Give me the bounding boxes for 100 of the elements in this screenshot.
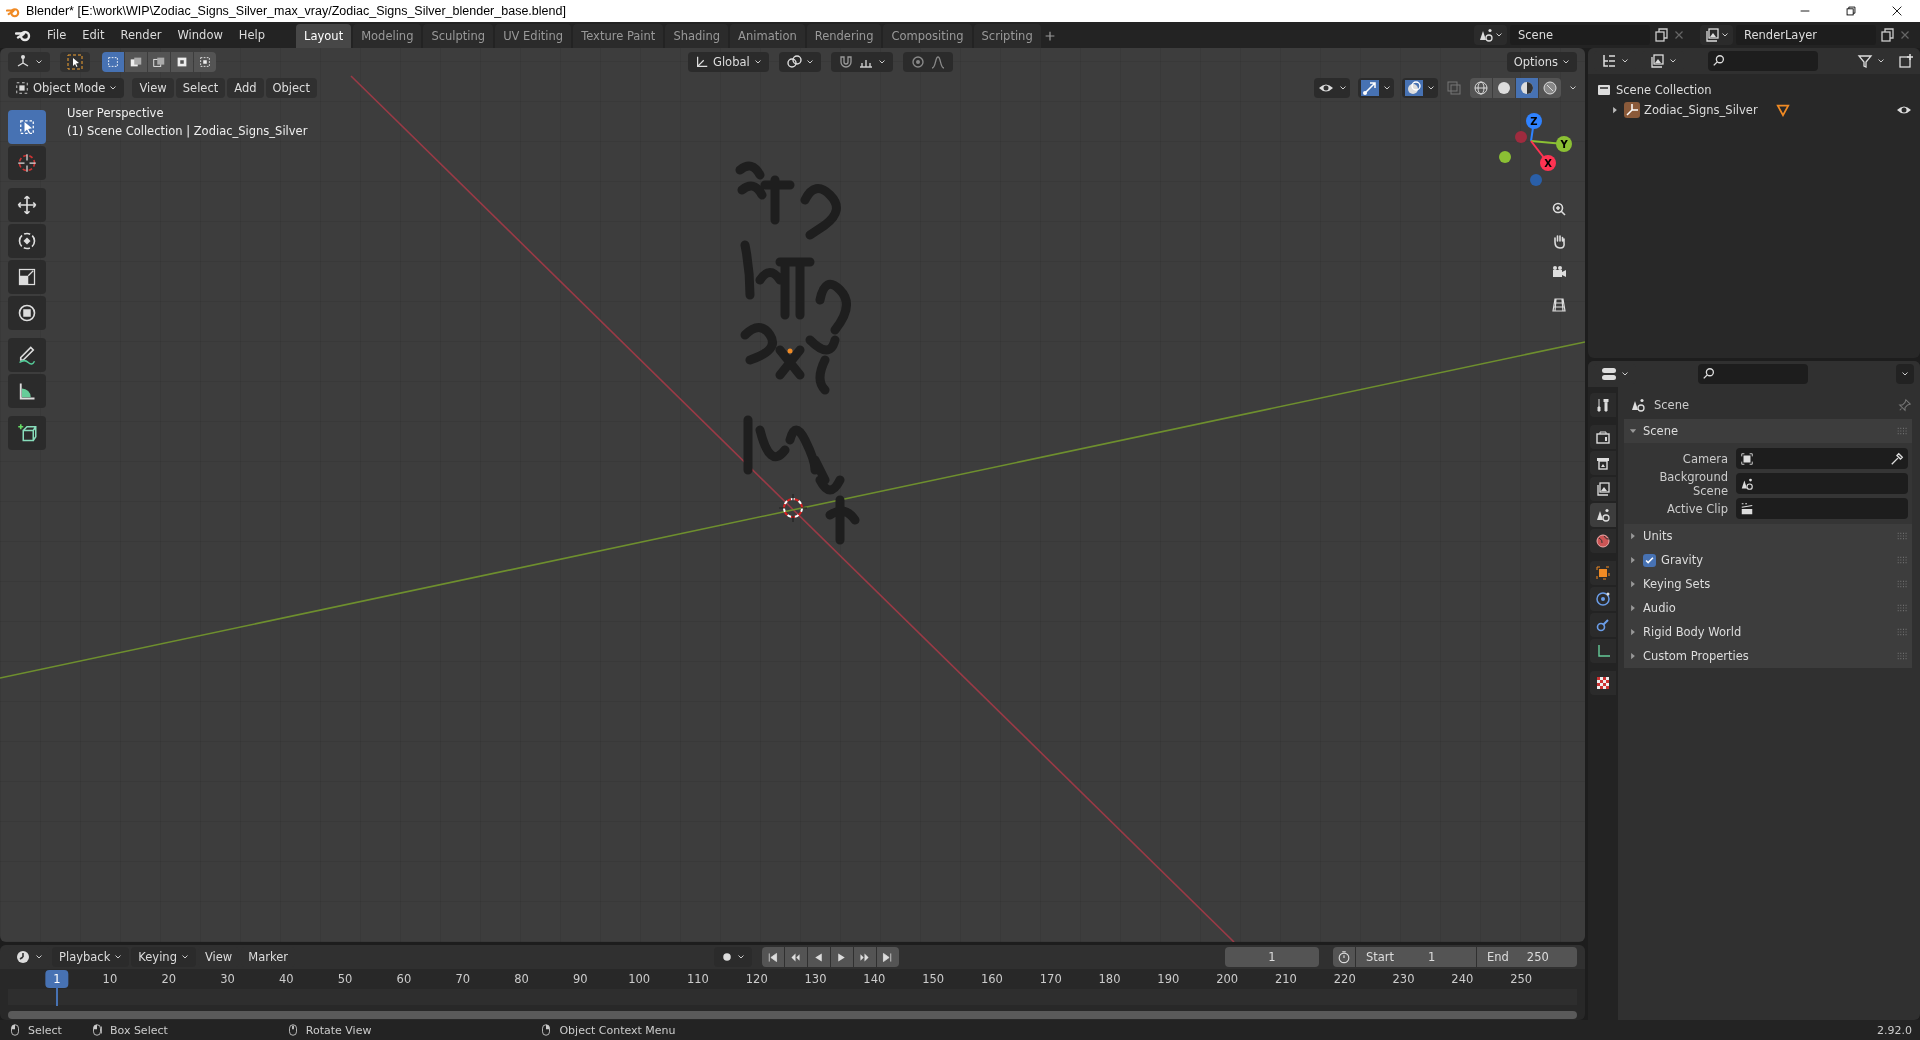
- workspace-tab[interactable]: Scripting: [973, 24, 1041, 48]
- panel-header[interactable]: Units: [1624, 524, 1912, 548]
- tool-button[interactable]: [8, 374, 46, 408]
- menu-item[interactable]: Keying: [131, 947, 196, 967]
- zoom-icon[interactable]: [1551, 201, 1567, 217]
- object-name[interactable]: Zodiac_Signs_Silver: [1644, 103, 1758, 117]
- navigation-gizmo[interactable]: Z Y X: [1499, 113, 1572, 186]
- menu-item[interactable]: Object: [265, 78, 317, 98]
- scrollbar[interactable]: [8, 1011, 1577, 1019]
- workspace-tab[interactable]: Modeling: [353, 24, 422, 48]
- copy-icon[interactable]: [1653, 27, 1669, 43]
- pivot-point-button[interactable]: [778, 52, 821, 72]
- images-browse-button[interactable]: [1700, 25, 1733, 45]
- checkbox[interactable]: [1643, 553, 1656, 567]
- scene-field[interactable]: Scene: [1510, 25, 1650, 45]
- tool-button[interactable]: [8, 260, 46, 294]
- tool-button[interactable]: [8, 110, 46, 144]
- pin-icon[interactable]: [1898, 398, 1912, 412]
- end-frame-field[interactable]: End 250: [1477, 947, 1577, 967]
- panel-header[interactable]: Gravity: [1624, 548, 1912, 572]
- collection-name[interactable]: Scene Collection: [1616, 83, 1712, 97]
- workspace-tab[interactable]: Texture Paint: [573, 24, 664, 48]
- tool-button[interactable]: [8, 338, 46, 372]
- menu-item[interactable]: View: [132, 78, 174, 98]
- workspace-tab[interactable]: UV Editing: [495, 24, 572, 48]
- menu-item[interactable]: Edit: [75, 25, 112, 45]
- workspace-tab[interactable]: Layout: [296, 24, 352, 48]
- editor-type-button[interactable]: [8, 52, 50, 72]
- object-field[interactable]: [1736, 498, 1908, 519]
- gizmo-toggle[interactable]: [1358, 78, 1394, 98]
- tool-button[interactable]: [8, 224, 46, 258]
- hand-icon[interactable]: [1551, 233, 1567, 249]
- close-icon[interactable]: [1890, 4, 1904, 18]
- options-dropdown[interactable]: Options: [1506, 52, 1577, 72]
- search-field[interactable]: [1708, 51, 1818, 71]
- menu-item[interactable]: Add: [227, 78, 264, 98]
- start-frame-field[interactable]: Start 1: [1356, 947, 1476, 967]
- selection-mode-button[interactable]: [194, 52, 216, 72]
- properties-tab[interactable]: [1590, 477, 1616, 501]
- menu-item[interactable]: Render: [113, 25, 169, 45]
- tool-button[interactable]: [8, 416, 46, 450]
- workspace-tab[interactable]: Shading: [665, 24, 729, 48]
- stopwatch-icon[interactable]: [1337, 950, 1351, 964]
- proportional-editing-button[interactable]: [902, 52, 953, 72]
- object-field[interactable]: [1736, 473, 1908, 494]
- prev-key-icon[interactable]: [789, 950, 803, 964]
- properties-tab[interactable]: [1590, 561, 1616, 585]
- current-frame-field[interactable]: 1: [1224, 947, 1319, 967]
- tool-button[interactable]: [8, 188, 46, 222]
- menu-item[interactable]: Window: [170, 25, 230, 45]
- tool-button[interactable]: [8, 296, 46, 330]
- menu-item[interactable]: Help: [231, 25, 273, 45]
- properties-tab[interactable]: [1590, 393, 1616, 417]
- workspace-tab[interactable]: Sculpting: [423, 24, 494, 48]
- workspace-tab[interactable]: Animation: [730, 24, 805, 48]
- properties-tab[interactable]: [1590, 451, 1616, 475]
- panel-header[interactable]: Keying Sets: [1624, 572, 1912, 596]
- properties-tab[interactable]: [1590, 425, 1616, 449]
- shading-mode-button[interactable]: [1516, 78, 1538, 98]
- visibility-dropdown[interactable]: [1314, 78, 1350, 98]
- shading-mode-button[interactable]: [1470, 78, 1492, 98]
- grid-icon[interactable]: [1551, 297, 1567, 313]
- panel-header[interactable]: Scene: [1624, 419, 1912, 443]
- search-field[interactable]: [1698, 364, 1808, 384]
- record-button[interactable]: [713, 947, 752, 967]
- object-field[interactable]: [1736, 448, 1908, 469]
- workspace-tab[interactable]: Compositing: [883, 24, 972, 48]
- panel-header[interactable]: Rigid Body World: [1624, 620, 1912, 644]
- new-collection-icon[interactable]: [1898, 53, 1914, 69]
- properties-tab[interactable]: [1590, 503, 1616, 527]
- mode-dropdown[interactable]: Object Mode: [8, 78, 125, 98]
- current-frame-marker[interactable]: 1: [45, 970, 69, 988]
- restore-icon[interactable]: [1844, 4, 1858, 18]
- transform-orientation-dropdown[interactable]: Global: [688, 52, 769, 72]
- frame-number: 190: [1157, 972, 1180, 986]
- overlays-toggle[interactable]: [1402, 78, 1438, 98]
- 3d-cursor-icon[interactable]: [778, 493, 808, 523]
- copy-icon[interactable]: [1879, 27, 1895, 43]
- selection-mode-button[interactable]: [148, 52, 170, 72]
- view-layer-field[interactable]: RenderLayer: [1736, 25, 1876, 45]
- panel-header[interactable]: Custom Properties: [1624, 644, 1912, 668]
- properties-tab[interactable]: [1590, 587, 1616, 611]
- menu-item[interactable]: Playback: [52, 947, 130, 967]
- menu-item[interactable]: Select: [175, 78, 226, 98]
- workspace-tab[interactable]: Rendering: [806, 24, 882, 48]
- shading-mode-button[interactable]: [1493, 78, 1515, 98]
- shading-mode-button[interactable]: [1539, 78, 1561, 98]
- menu-item[interactable]: File: [40, 25, 74, 45]
- panel-header[interactable]: Audio: [1624, 596, 1912, 620]
- scene-browse-button[interactable]: [1474, 25, 1507, 45]
- skip-start-icon[interactable]: [766, 950, 780, 964]
- snap-button[interactable]: [830, 52, 893, 72]
- selection-mode-button[interactable]: [125, 52, 147, 72]
- select-tool-button[interactable]: [60, 52, 90, 72]
- selection-mode-button[interactable]: [171, 52, 193, 72]
- properties-tab[interactable]: [1590, 671, 1616, 695]
- tool-button[interactable]: [8, 146, 46, 180]
- properties-tab[interactable]: [1590, 529, 1616, 553]
- properties-tab[interactable]: [1590, 613, 1616, 637]
- selection-mode-button[interactable]: [102, 52, 124, 72]
